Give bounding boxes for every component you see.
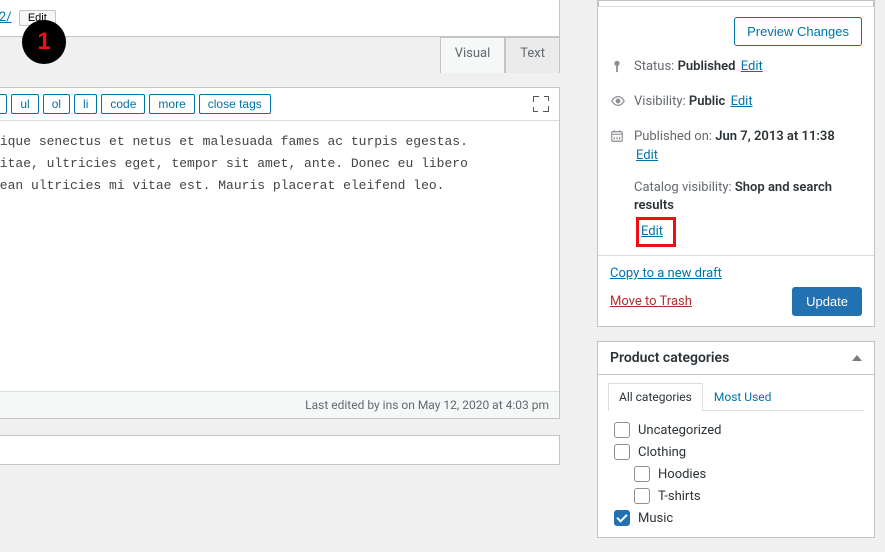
category-label: T-shirts (658, 489, 701, 504)
category-checkbox[interactable] (614, 422, 630, 438)
preview-changes-button[interactable]: Preview Changes (734, 17, 862, 46)
category-label: Music (638, 511, 673, 526)
category-checkbox[interactable] (634, 488, 650, 504)
published-on-value: Jun 7, 2013 at 11:38 (715, 129, 834, 144)
pin-icon (610, 59, 626, 79)
bottom-metabox (0, 435, 560, 465)
category-label: Hoodies (658, 467, 706, 482)
tab-most-used[interactable]: Most Used (703, 383, 783, 410)
category-item: Music (614, 507, 858, 529)
status-edit-link[interactable]: Edit (741, 59, 763, 74)
category-checkbox[interactable] (614, 444, 630, 460)
update-button[interactable]: Update (792, 287, 862, 316)
category-label: Uncategorized (638, 423, 721, 438)
calendar-icon (610, 129, 626, 149)
tb-btn-ul[interactable]: ul (11, 94, 38, 114)
category-label: Clothing (638, 445, 686, 460)
tb-btn-li[interactable]: li (74, 94, 97, 114)
eye-icon (610, 94, 626, 114)
category-item: Clothing (614, 441, 858, 463)
copy-to-new-draft-link[interactable]: Copy to a new draft (610, 266, 862, 281)
categories-title: Product categories (610, 350, 729, 366)
editor-footer: Last edited by ins on May 12, 2020 at 4:… (0, 391, 559, 418)
category-item: Uncategorized (614, 419, 858, 441)
editor-textarea[interactable]: tristique senectus et netus et malesuada… (0, 121, 559, 391)
category-item: T-shirts (634, 485, 858, 507)
visibility-label: Visibility: (634, 94, 686, 109)
tab-all-categories[interactable]: All categories (608, 383, 703, 411)
tb-btn-code[interactable]: code (101, 94, 145, 114)
published-on-edit-link[interactable]: Edit (636, 148, 658, 163)
visibility-edit-link[interactable]: Edit (731, 94, 753, 109)
tb-btn-ol[interactable]: ol (43, 94, 70, 114)
annotation-marker: 1 (22, 20, 66, 64)
editor-tabs: Visual Text (0, 37, 560, 73)
panel-toggle-icon[interactable] (852, 355, 862, 361)
tab-visual[interactable]: Visual (440, 37, 506, 73)
category-item: Hoodies (634, 463, 858, 485)
permalink-bar: t/woo e-2/ Edit (0, 0, 560, 37)
permalink-link[interactable]: t/woo e-2/ (0, 10, 12, 25)
publish-panel: Preview Changes Status: Published Edit V… (597, 0, 875, 327)
editor-toolbar: img ul ol li code more close tags (0, 88, 559, 121)
editor: img ul ol li code more close tags tristi… (0, 87, 560, 419)
visibility-value: Public (689, 94, 725, 109)
tb-btn-close-tags[interactable]: close tags (199, 94, 271, 114)
catalog-edit-link[interactable]: Edit (636, 217, 676, 247)
category-list[interactable]: Uncategorized Clothing Hoodies T-shirts Musi… (608, 411, 864, 537)
tab-text[interactable]: Text (505, 37, 560, 73)
published-on-label: Published on: (634, 129, 712, 144)
tb-btn-img[interactable]: img (0, 94, 7, 114)
status-label: Status: (634, 59, 674, 74)
status-value: Published (678, 59, 736, 74)
fullscreen-icon[interactable] (533, 96, 549, 112)
catalog-label: Catalog visibility: (634, 180, 732, 195)
categories-panel: Product categories All categories Most U… (597, 341, 875, 538)
tb-btn-more[interactable]: more (149, 94, 194, 114)
category-checkbox[interactable] (634, 466, 650, 482)
move-to-trash-link[interactable]: Move to Trash (610, 294, 692, 309)
